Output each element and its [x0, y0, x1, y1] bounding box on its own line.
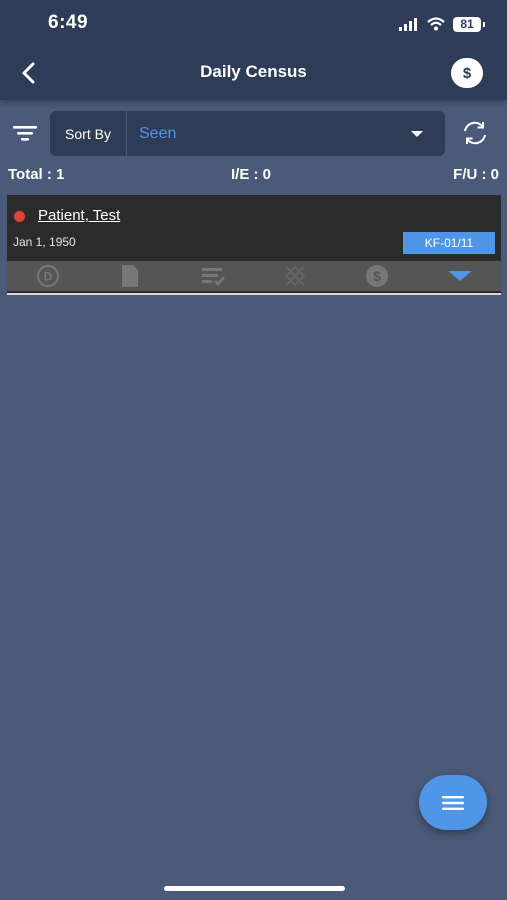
filter-button[interactable]: [12, 121, 38, 145]
d-circle-icon: D: [37, 265, 60, 287]
procedures-action[interactable]: [275, 263, 315, 289]
status-icons: 81: [399, 14, 485, 34]
app-header: 6:49 81 Daily Census $: [0, 0, 507, 100]
battery-indicator: 81: [453, 16, 485, 32]
grid-icon: [284, 265, 306, 287]
patient-dob: Jan 1, 1950: [13, 235, 76, 249]
document-action[interactable]: [110, 263, 150, 289]
ie-count: I/E : 0: [231, 166, 272, 183]
dollar-icon: $: [462, 64, 472, 82]
total-count: Total : 1: [8, 166, 65, 183]
census-counts: Total : 1 I/E : 0 F/U : 0: [0, 166, 507, 186]
orders-action[interactable]: [193, 263, 233, 289]
expand-action[interactable]: [440, 263, 480, 289]
patient-card[interactable]: Patient, Test Jan 1, 1950 KF-01/11 D $: [7, 195, 501, 295]
document-icon: [122, 265, 139, 287]
sort-dropdown[interactable]: Sort By Seen: [50, 111, 445, 156]
billing-action[interactable]: $: [357, 263, 397, 289]
menu-fab[interactable]: [419, 775, 487, 830]
billing-button[interactable]: $: [451, 58, 483, 88]
patient-action-bar: D $: [7, 261, 501, 291]
fu-count: F/U : 0: [453, 166, 499, 183]
refresh-button[interactable]: [461, 119, 489, 147]
status-dot: [14, 211, 25, 222]
sort-label: Sort By: [65, 125, 111, 142]
patient-tag-badge[interactable]: KF-01/11: [403, 232, 495, 254]
menu-icon: [442, 795, 464, 810]
dollar-circle-icon: $: [366, 265, 389, 287]
status-time: 6:49: [48, 12, 89, 33]
expand-down-icon: [447, 271, 472, 281]
diagnosis-action[interactable]: D: [28, 263, 68, 289]
svg-text:D: D: [44, 270, 53, 284]
chevron-down-icon[interactable]: [411, 130, 423, 137]
page-title: Daily Census: [200, 62, 307, 81]
wifi-icon: [427, 17, 445, 31]
sort-value[interactable]: Seen: [127, 125, 411, 143]
filter-icon: [13, 126, 37, 141]
home-indicator: [164, 886, 345, 891]
list-check-icon: [201, 268, 225, 286]
signal-icon: [399, 17, 417, 31]
refresh-icon: [464, 121, 486, 145]
patient-name-link[interactable]: Patient, Test: [38, 207, 120, 224]
svg-text:$: $: [374, 268, 382, 284]
